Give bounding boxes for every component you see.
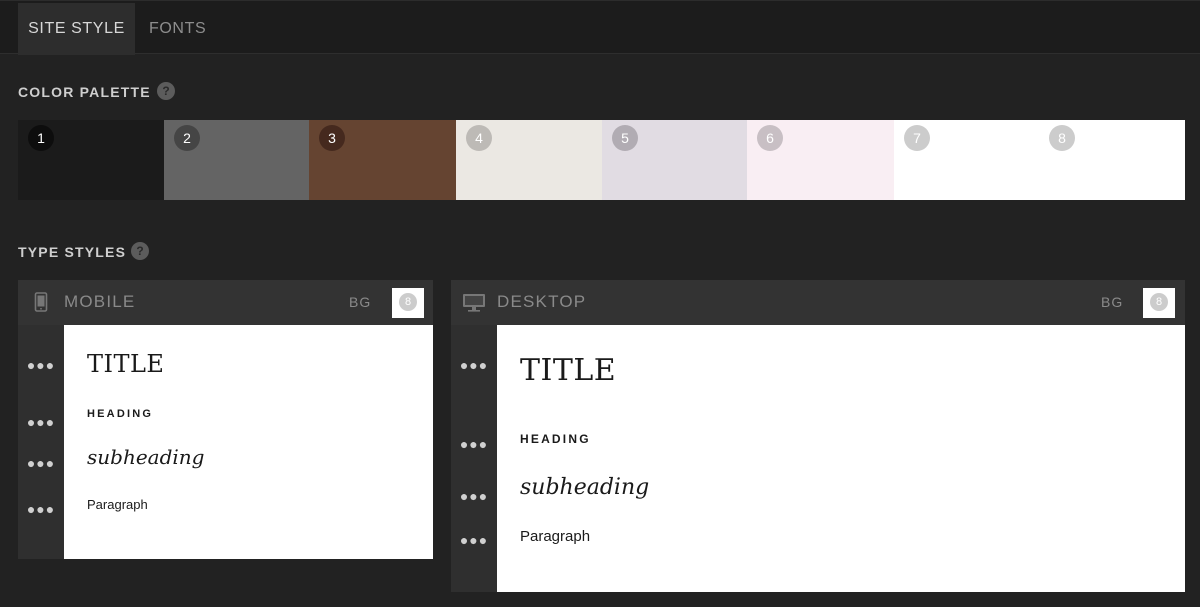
swatch-number: 2 xyxy=(174,125,200,151)
type-styles-help-icon[interactable]: ? xyxy=(131,242,149,260)
desktop-panel-header: DESKTOP BG 8 xyxy=(451,280,1185,325)
mobile-preview: TITLE HEADING subheading Paragraph xyxy=(64,325,433,559)
color-swatch-5[interactable]: 5 xyxy=(602,120,747,200)
mobile-bg-selector[interactable]: 8 xyxy=(392,288,424,318)
swatch-number: 5 xyxy=(612,125,638,151)
desktop-title-more-icon[interactable]: ●●● xyxy=(459,357,489,373)
type-styles-title: TYPE STYLES xyxy=(18,244,127,260)
color-palette: 1 2 3 4 5 6 7 8 xyxy=(18,120,1185,200)
desktop-panel: DESKTOP BG 8 ●●● ●●● ●●● ●●● TITLE HEADI… xyxy=(451,280,1185,592)
color-swatch-2[interactable]: 2 xyxy=(164,120,309,200)
mobile-panel-header: MOBILE BG 8 xyxy=(18,280,433,325)
mobile-paragraph-sample: Paragraph xyxy=(87,497,148,512)
tab-bar: SITE STYLE FONTS xyxy=(0,0,1200,55)
swatch-number: 4 xyxy=(466,125,492,151)
desktop-bg-label: BG xyxy=(1101,294,1124,310)
desktop-heading-sample: HEADING xyxy=(520,432,591,446)
color-swatch-6[interactable]: 6 xyxy=(747,120,894,200)
swatch-number: 3 xyxy=(319,125,345,151)
desktop-subheading-sample: subheading xyxy=(520,475,650,500)
swatch-number: 1 xyxy=(28,125,54,151)
swatch-number: 8 xyxy=(1049,125,1075,151)
mobile-heading-more-icon[interactable]: ●●● xyxy=(26,414,56,430)
color-swatch-4[interactable]: 4 xyxy=(456,120,602,200)
tab-site-style[interactable]: SITE STYLE xyxy=(18,3,135,55)
bg-swatch-number: 8 xyxy=(1150,293,1168,311)
mobile-heading-sample: HEADING xyxy=(87,408,154,420)
mobile-title-sample: TITLE xyxy=(87,350,165,378)
desktop-paragraph-sample: Paragraph xyxy=(520,528,591,545)
color-swatch-1[interactable]: 1 xyxy=(18,120,164,200)
mobile-gutter: ●●● ●●● ●●● ●●● xyxy=(18,325,64,559)
desktop-title-sample: TITLE xyxy=(520,353,617,388)
mobile-subheading-sample: subheading xyxy=(87,445,205,469)
mobile-title-more-icon[interactable]: ●●● xyxy=(26,357,56,373)
desktop-paragraph-more-icon[interactable]: ●●● xyxy=(459,532,489,548)
bg-swatch-number: 8 xyxy=(399,293,417,311)
desktop-gutter: ●●● ●●● ●●● ●●● xyxy=(451,325,497,592)
color-palette-help-icon[interactable]: ? xyxy=(157,82,175,100)
mobile-phone-icon xyxy=(34,292,48,317)
color-palette-title: COLOR PALETTE xyxy=(18,84,151,100)
desktop-label: DESKTOP xyxy=(497,292,587,311)
mobile-panel: MOBILE BG 8 ●●● ●●● ●●● ●●● TITLE HEADIN… xyxy=(18,280,433,560)
mobile-bg-label: BG xyxy=(349,294,372,310)
desktop-preview: TITLE HEADING subheading Paragraph xyxy=(497,325,1185,592)
desktop-heading-more-icon[interactable]: ●●● xyxy=(459,436,489,452)
mobile-paragraph-more-icon[interactable]: ●●● xyxy=(26,501,56,517)
mobile-label: MOBILE xyxy=(64,292,136,311)
swatch-number: 6 xyxy=(757,125,783,151)
color-swatch-7[interactable]: 7 xyxy=(894,120,1039,200)
desktop-monitor-icon xyxy=(462,293,486,317)
desktop-subheading-more-icon[interactable]: ●●● xyxy=(459,488,489,504)
swatch-number: 7 xyxy=(904,125,930,151)
tab-fonts[interactable]: FONTS xyxy=(149,3,206,55)
color-swatch-8[interactable]: 8 xyxy=(1039,120,1185,200)
mobile-subheading-more-icon[interactable]: ●●● xyxy=(26,455,56,471)
color-swatch-3[interactable]: 3 xyxy=(309,120,456,200)
desktop-bg-selector[interactable]: 8 xyxy=(1143,288,1175,318)
